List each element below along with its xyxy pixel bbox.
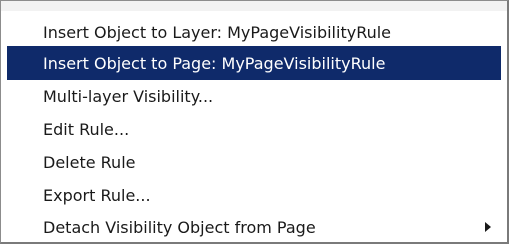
menu-item-label: Export Rule... (43, 185, 151, 205)
menu-top-strip (1, 1, 507, 11)
menu-item-insert-object-to-layer[interactable]: Insert Object to Layer: MyPageVisibility… (7, 15, 501, 49)
menu-item-label: Insert Object to Layer: MyPageVisibility… (43, 22, 392, 42)
menu-item-label: Detach Visibility Object from Page (43, 217, 316, 237)
menu-item-multi-layer-visibility[interactable]: Multi-layer Visibility... (7, 79, 501, 113)
menu-item-label: Edit Rule... (43, 119, 130, 139)
menu-item-delete-rule[interactable]: Delete Rule (7, 145, 501, 179)
menu-item-label: Insert Object to Page: MyPageVisibilityR… (43, 53, 386, 73)
menu-item-label: Multi-layer Visibility... (43, 86, 214, 106)
context-menu: Insert Object to Layer: MyPageVisibility… (0, 0, 509, 244)
chevron-right-icon (485, 222, 491, 232)
menu-item-detach-visibility-object[interactable]: Detach Visibility Object from Page (7, 210, 501, 244)
menu-item-label: Delete Rule (43, 152, 136, 172)
menu-item-edit-rule[interactable]: Edit Rule... (7, 112, 501, 146)
menu-item-export-rule[interactable]: Export Rule... (7, 178, 501, 212)
menu-item-insert-object-to-page[interactable]: Insert Object to Page: MyPageVisibilityR… (7, 46, 501, 80)
